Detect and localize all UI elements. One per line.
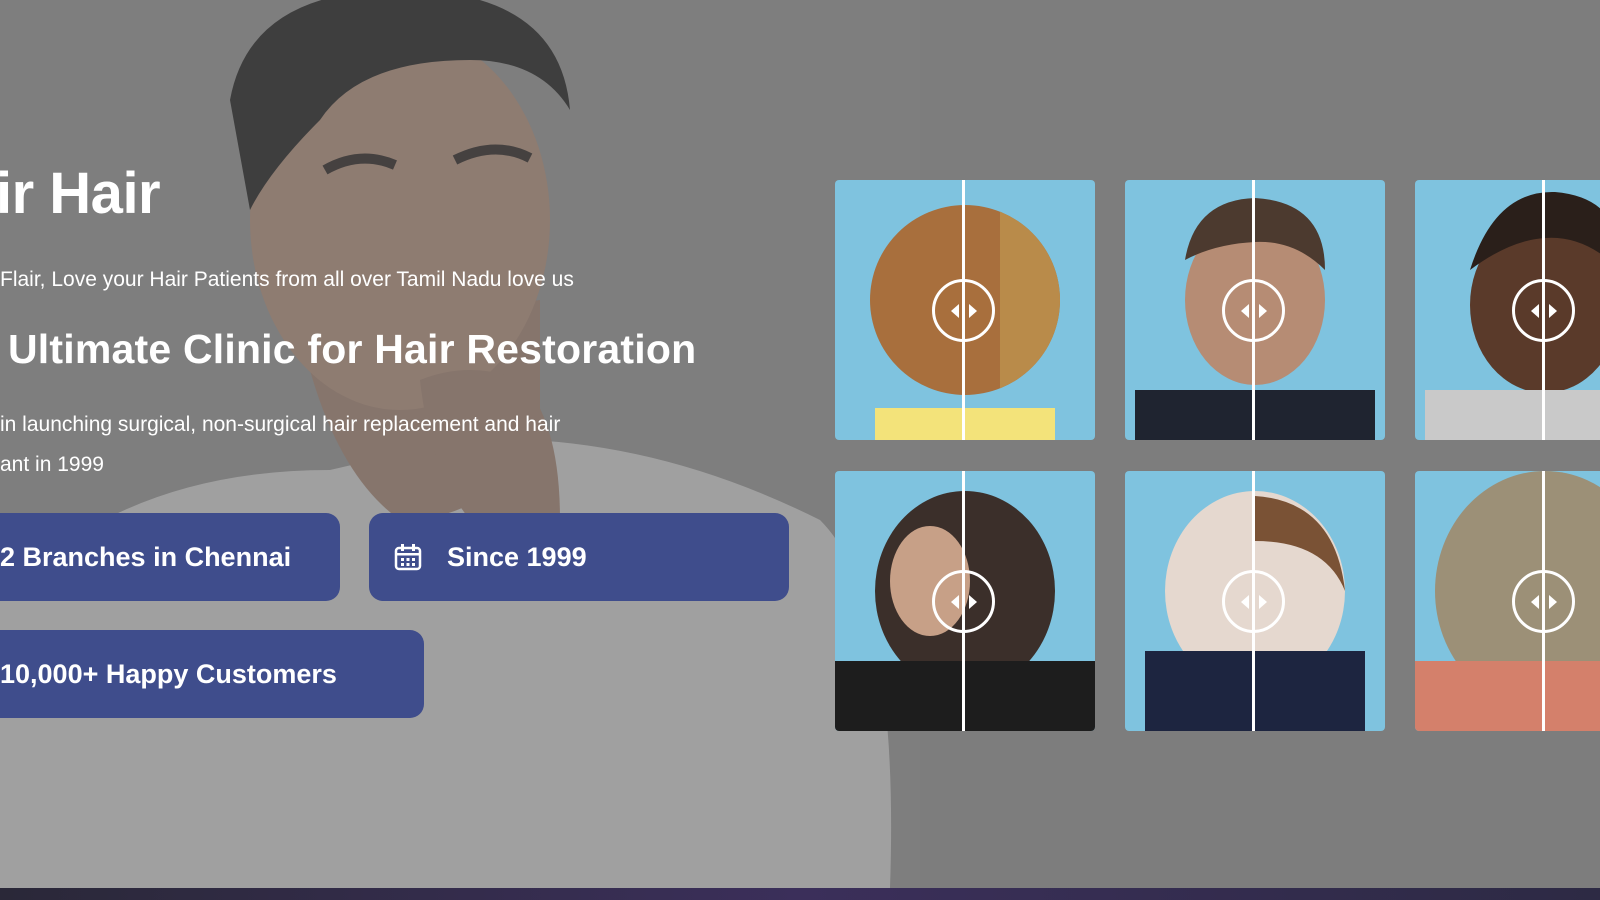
hero-section: ir Hair Flair, Love your Hair Patients f… — [0, 0, 1600, 888]
stat-branches-label: 2 Branches in Chennai — [0, 541, 292, 572]
before-after-tile[interactable] — [835, 471, 1095, 731]
before-after-slider-handle-icon[interactable] — [1222, 279, 1285, 342]
description-line-1: in launching surgical, non-surgical hair… — [0, 413, 561, 436]
hero-headline: Ultimate Clinic for Hair Restoration — [8, 326, 697, 372]
stat-customers-label: 10,000+ Happy Customers — [0, 658, 337, 689]
before-after-tile[interactable] — [1415, 180, 1600, 440]
before-after-tile[interactable] — [1125, 471, 1385, 731]
before-after-slider-handle-icon[interactable] — [932, 279, 995, 342]
before-after-tile[interactable] — [1415, 471, 1600, 731]
before-after-tile[interactable] — [1125, 180, 1385, 440]
before-after-slider-handle-icon[interactable] — [932, 570, 995, 633]
before-after-slider-handle-icon[interactable] — [1512, 279, 1575, 342]
stat-since-label: Since 1999 — [447, 541, 587, 572]
before-after-slider-handle-icon[interactable] — [1222, 570, 1285, 633]
description-line-2: ant in 1999 — [0, 453, 104, 476]
taskbar-strip — [0, 888, 1600, 900]
before-after-slider-handle-icon[interactable] — [1512, 570, 1575, 633]
stat-branches[interactable]: 2 Branches in Chennai — [0, 513, 340, 601]
stat-since[interactable]: Since 1999 — [369, 513, 789, 601]
stat-customers[interactable]: 10,000+ Happy Customers — [0, 630, 424, 718]
brand-title: ir Hair — [0, 161, 161, 226]
hero-tagline: Flair, Love your Hair Patients from all … — [0, 268, 574, 291]
hero-description: in launching surgical, non-surgical hair… — [0, 405, 720, 485]
calendar-icon — [394, 544, 422, 571]
before-after-tile[interactable] — [835, 180, 1095, 440]
